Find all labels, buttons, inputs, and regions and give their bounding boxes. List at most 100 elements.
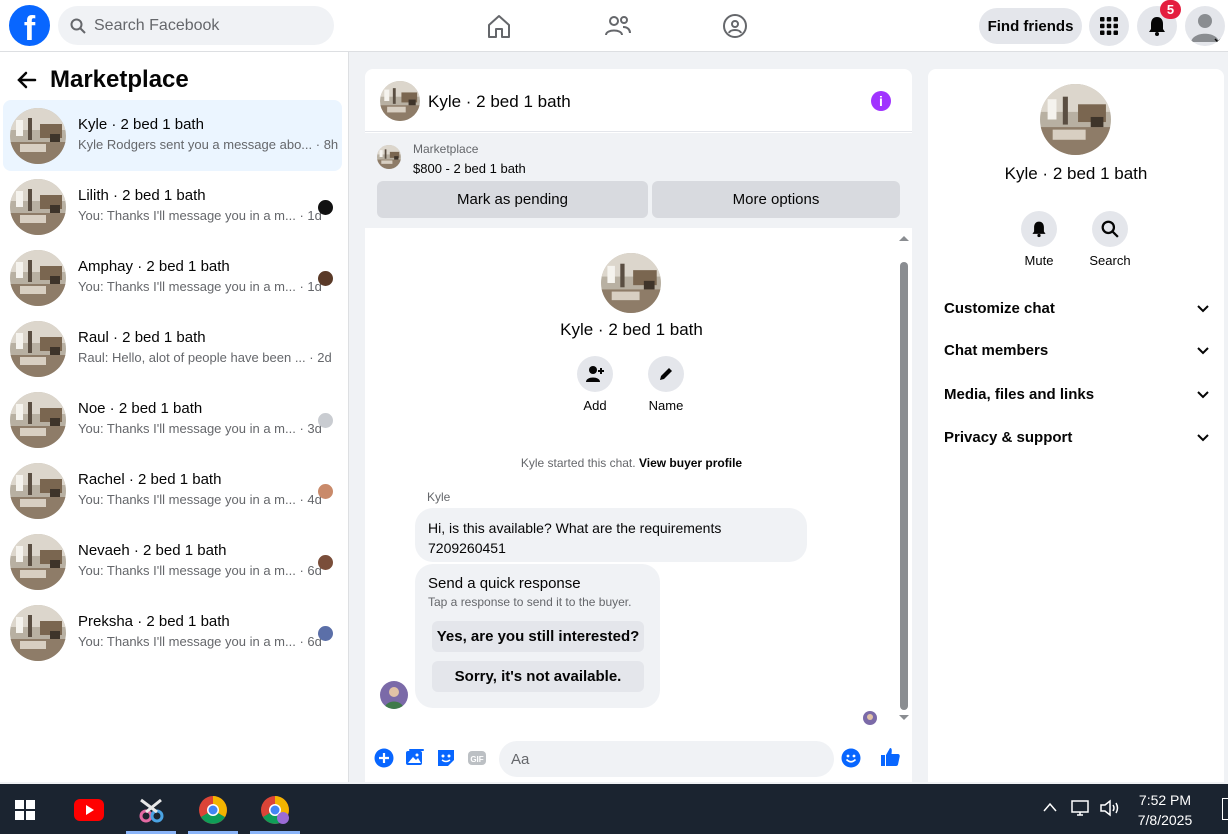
search-icon[interactable] xyxy=(1092,211,1128,247)
read-receipt-avatar xyxy=(318,413,333,428)
plus-circle-icon[interactable] xyxy=(374,748,394,768)
scroll-down-arrow-icon[interactable] xyxy=(898,714,910,722)
snippet-text: Kyle Rodgers sent you a message abo... xyxy=(78,137,313,152)
separator: · xyxy=(295,634,308,649)
info-icon[interactable]: i xyxy=(871,91,891,111)
taskbar-clock[interactable]: 7:52 PM 7/8/2025 xyxy=(1120,790,1210,830)
chat-panel: Kyle · 2 bed 1 bath i Marketplace $800 -… xyxy=(365,69,912,782)
privacy-support-section[interactable]: Privacy & support xyxy=(944,425,1210,449)
read-receipt-avatar xyxy=(318,555,333,570)
thumbs-up-icon[interactable] xyxy=(879,746,901,768)
conversation-item[interactable]: Rachel · 2 bed 1 bath You: Thanks I'll me… xyxy=(3,455,342,526)
message-input[interactable] xyxy=(499,741,834,777)
youtube-icon[interactable] xyxy=(64,790,114,830)
quick-response-title: Send a quick response xyxy=(428,575,581,592)
conversation-item[interactable]: Lilith · 2 bed 1 bath You: Thanks I'll me… xyxy=(3,171,342,242)
bell-icon xyxy=(1146,15,1168,37)
separator: · xyxy=(295,208,308,223)
conversation-thumbnail xyxy=(10,108,66,164)
name-action[interactable]: Name xyxy=(636,356,696,413)
network-icon[interactable] xyxy=(1070,799,1090,817)
page-title: Marketplace xyxy=(50,66,189,93)
notification-count-badge: 5 xyxy=(1160,0,1181,19)
incoming-message-bubble[interactable]: Hi, is this available? What are the requ… xyxy=(415,508,807,562)
friends-icon[interactable] xyxy=(603,11,633,41)
sticker-icon[interactable] xyxy=(436,748,456,768)
top-navigation-bar: f Find friends 5 xyxy=(0,0,1228,52)
gif-icon[interactable]: GIF xyxy=(467,748,487,768)
emoji-icon[interactable] xyxy=(841,748,861,768)
conversation-thumbnail xyxy=(10,179,66,235)
conversation-title: Lilith · 2 bed 1 bath xyxy=(78,187,206,204)
marketplace-inbox-panel: Marketplace Kyle · 2 bed 1 bath Kyle Rodg… xyxy=(0,52,349,782)
chevron-down-icon xyxy=(1196,430,1210,444)
chrome-profile-icon[interactable] xyxy=(250,790,300,834)
conversation-item[interactable]: Noe · 2 bed 1 bath You: Thanks I'll messa… xyxy=(3,384,342,455)
conversation-title: Raul · 2 bed 1 bath xyxy=(78,329,206,346)
chat-avatar[interactable] xyxy=(380,81,420,121)
separator: · xyxy=(312,137,324,152)
details-chat-name: Kyle · 2 bed 1 bath xyxy=(1004,164,1148,183)
chevron-down-icon xyxy=(1196,343,1210,357)
sender-avatar[interactable] xyxy=(380,681,408,709)
snippet-text: You: Thanks I'll message you in a m... xyxy=(78,208,296,223)
listing-price[interactable]: $800 - 2 bed 1 bath xyxy=(413,161,526,176)
read-receipt-avatar xyxy=(318,271,333,286)
snippet-text: You: Thanks I'll message you in a m... xyxy=(78,634,296,649)
find-friends-button[interactable]: Find friends xyxy=(979,8,1082,44)
conversation-item[interactable]: Nevaeh · 2 bed 1 bath You: Thanks I'll me… xyxy=(3,526,342,597)
chat-title[interactable]: Kyle · 2 bed 1 bath xyxy=(428,92,571,112)
search-icon xyxy=(70,18,86,34)
chat-header: Kyle · 2 bed 1 bath i xyxy=(365,69,912,132)
clock-date: 7/8/2025 xyxy=(1137,812,1193,828)
facebook-logo[interactable]: f xyxy=(9,5,50,46)
mute-action[interactable]: Mute xyxy=(1009,211,1069,268)
view-buyer-profile-link[interactable]: View buyer profile xyxy=(639,456,742,470)
more-options-button[interactable]: More options xyxy=(652,181,900,218)
add-person-icon[interactable] xyxy=(577,356,613,392)
conversation-item[interactable]: Preksha · 2 bed 1 bath You: Thanks I'll m… xyxy=(3,597,342,668)
groups-icon[interactable] xyxy=(720,11,750,41)
conversation-item[interactable]: Raul · 2 bed 1 bath Raul: Hello, alot of … xyxy=(3,313,342,384)
home-icon[interactable] xyxy=(484,11,514,41)
back-arrow-icon[interactable] xyxy=(16,69,38,91)
scrollbar-thumb[interactable] xyxy=(900,262,908,710)
bell-icon[interactable] xyxy=(1021,211,1057,247)
snipping-tool-icon[interactable] xyxy=(126,790,176,834)
search-action[interactable]: Search xyxy=(1080,211,1140,268)
photo-icon[interactable] xyxy=(405,748,425,768)
conversation-thumbnail xyxy=(10,250,66,306)
notification-center-icon[interactable] xyxy=(1222,798,1228,820)
details-profile-picture[interactable] xyxy=(1040,84,1111,155)
quick-response-subtitle: Tap a response to send it to the buyer. xyxy=(428,595,632,609)
marketplace-listing-bar: Marketplace $800 - 2 bed 1 bath Mark as … xyxy=(365,133,912,228)
chevron-up-icon[interactable] xyxy=(1042,801,1058,813)
conversation-item[interactable]: Kyle · 2 bed 1 bath Kyle Rodgers sent you… xyxy=(3,100,342,171)
customize-chat-section[interactable]: Customize chat xyxy=(944,296,1210,320)
account-avatar[interactable] xyxy=(1185,6,1225,46)
buyer-profile-picture[interactable] xyxy=(601,253,661,313)
media-files-links-section[interactable]: Media, files and links xyxy=(944,382,1210,406)
quick-response-yes-button[interactable]: Yes, are you still interested? xyxy=(432,621,644,652)
chat-members-section[interactable]: Chat members xyxy=(944,338,1210,362)
menu-grid-icon[interactable] xyxy=(1089,6,1129,46)
mark-as-pending-button[interactable]: Mark as pending xyxy=(377,181,648,218)
volume-icon[interactable] xyxy=(1099,799,1121,817)
quick-response-card: Send a quick response Tap a response to … xyxy=(415,564,660,708)
windows-start-icon[interactable] xyxy=(0,790,50,830)
conversation-snippet: You: Thanks I'll message you in a m... ·… xyxy=(78,563,322,578)
search-input[interactable] xyxy=(94,16,314,35)
name-label: Name xyxy=(648,398,684,413)
separator: · xyxy=(295,492,308,507)
add-action[interactable]: Add xyxy=(565,356,625,413)
pencil-icon[interactable] xyxy=(648,356,684,392)
chrome-icon[interactable] xyxy=(188,790,238,834)
snippet-text: You: Thanks I'll message you in a m... xyxy=(78,492,296,507)
search-bar[interactable] xyxy=(58,6,334,45)
scroll-up-arrow-icon[interactable] xyxy=(898,234,910,242)
conversation-item[interactable]: Amphay · 2 bed 1 bath You: Thanks I'll me… xyxy=(3,242,342,313)
quick-response-sorry-button[interactable]: Sorry, it's not available. xyxy=(432,661,644,692)
conversation-thumbnail xyxy=(10,321,66,377)
listing-thumbnail[interactable] xyxy=(377,145,401,169)
svg-text:GIF: GIF xyxy=(470,755,483,764)
